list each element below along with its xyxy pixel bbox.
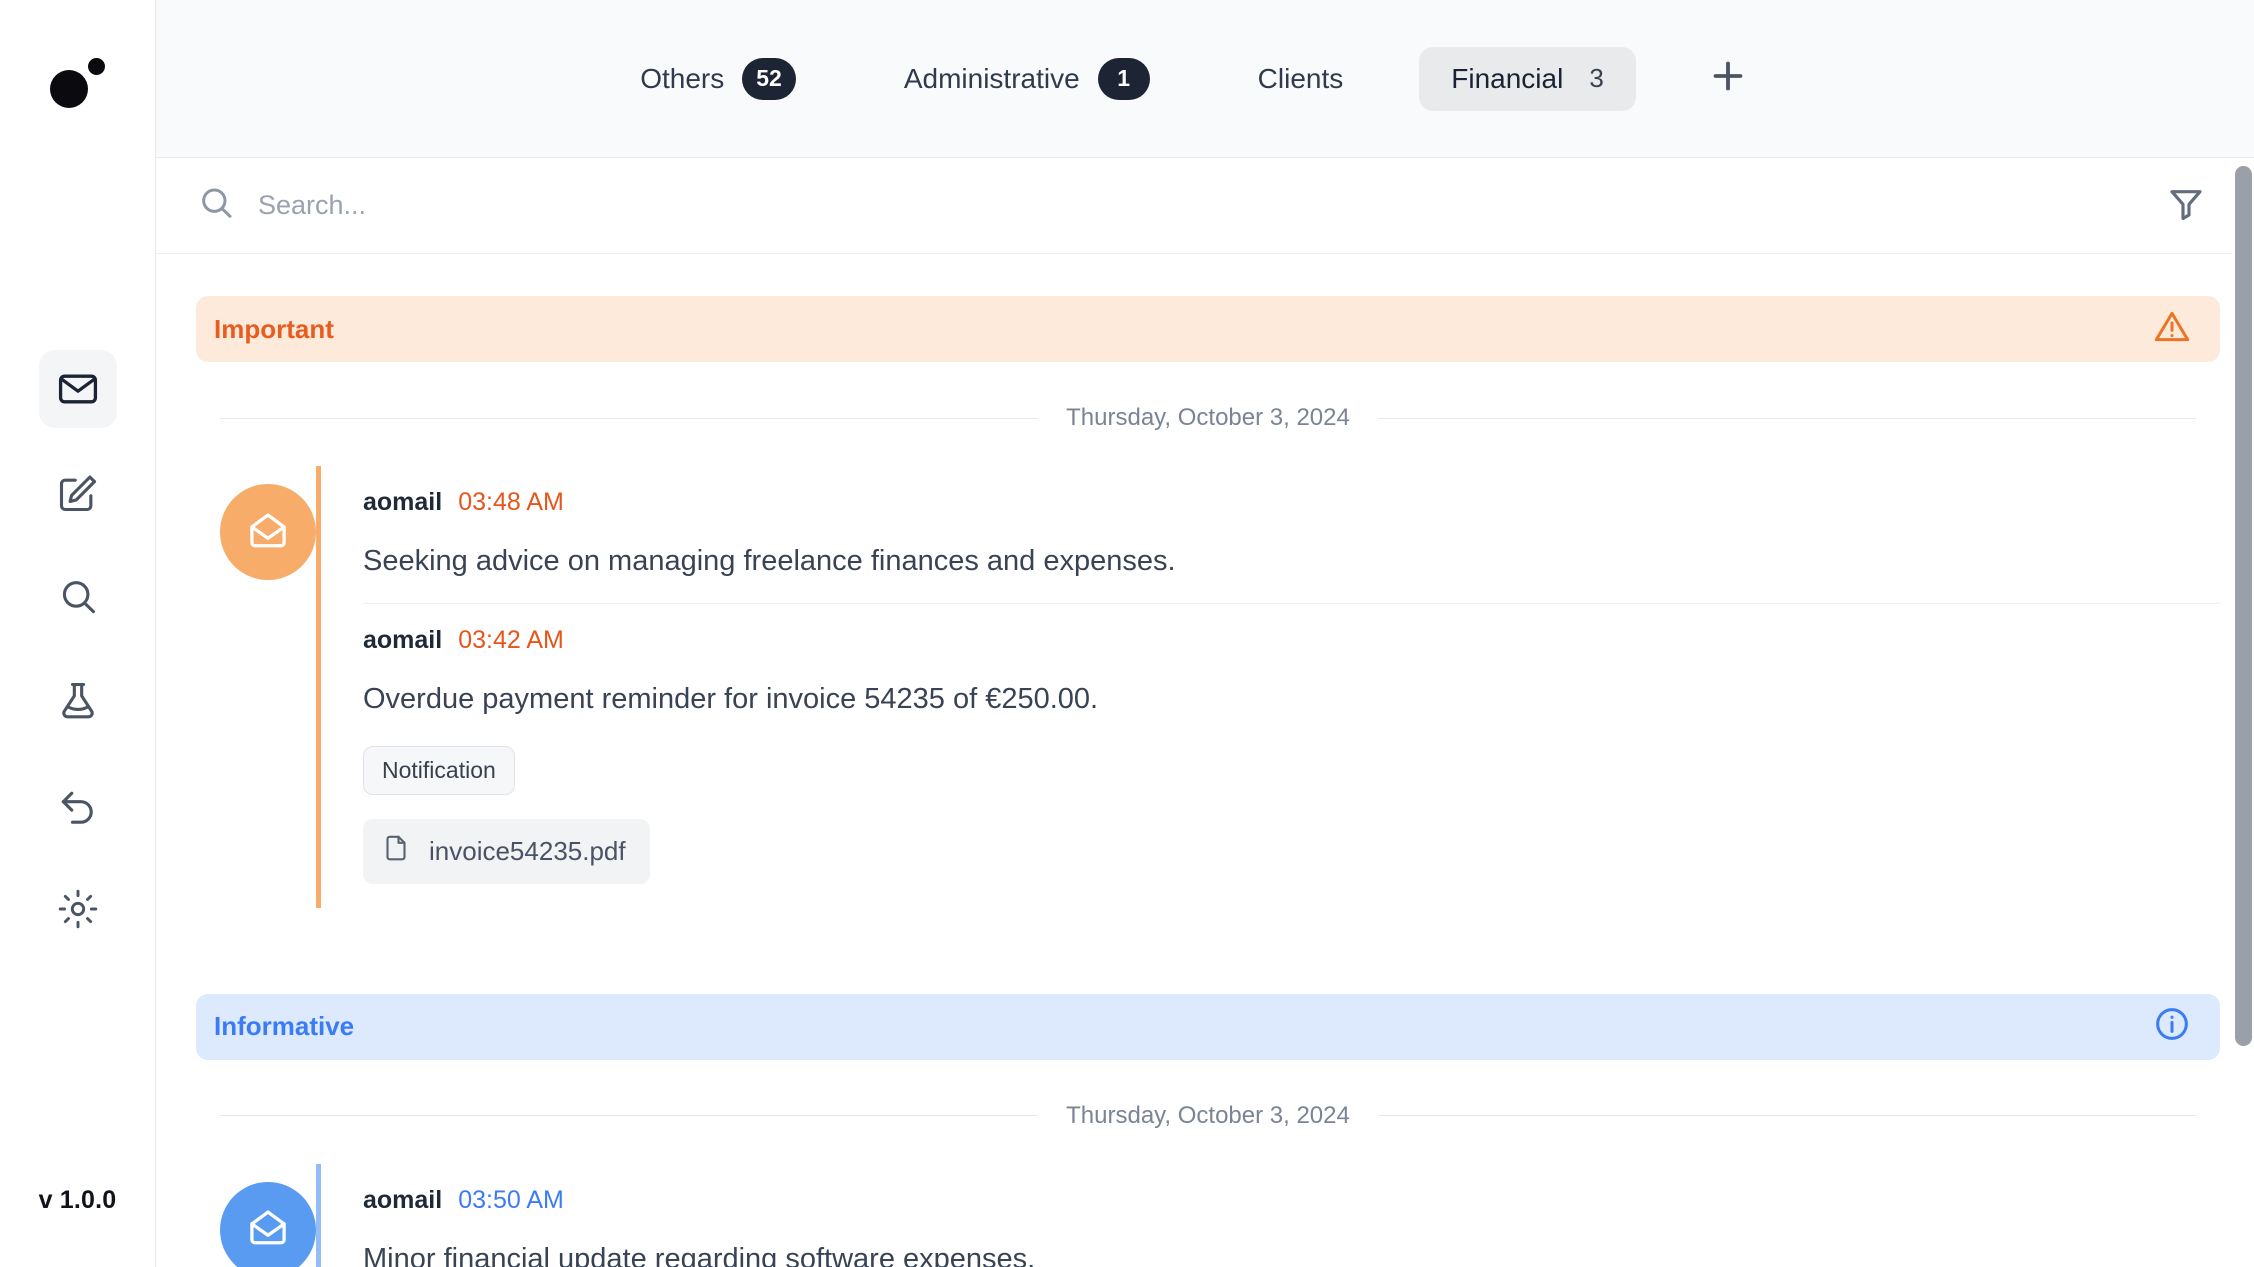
- flask-icon: [56, 679, 100, 723]
- tab-administrative[interactable]: Administrative 1: [872, 42, 1182, 116]
- section-banner-important[interactable]: Important: [196, 296, 2220, 362]
- info-circle-icon: [2152, 1004, 2192, 1049]
- tab-others-badge: 52: [742, 57, 796, 100]
- date-divider-informative: Thursday, October 3, 2024: [220, 1102, 2196, 1130]
- logo-small-dot: [87, 58, 105, 75]
- avatar: [220, 484, 316, 580]
- search-input[interactable]: [258, 190, 2138, 221]
- tab-others-label: Others: [640, 62, 725, 94]
- message-sender: aomail: [363, 1185, 443, 1214]
- tab-financial[interactable]: Financial 3: [1419, 46, 1636, 111]
- tab-others[interactable]: Others 52: [608, 42, 828, 116]
- search-field-group: [196, 183, 2138, 228]
- undo-arrow-icon: [56, 783, 100, 827]
- app-version: v 1.0.0: [38, 1186, 117, 1214]
- tab-financial-count: 3: [1589, 63, 1604, 93]
- filter-button[interactable]: [2158, 178, 2214, 234]
- sidebar-item-search[interactable]: [39, 558, 117, 636]
- message-subject: Minor financial update regarding softwar…: [363, 1242, 1036, 1267]
- status-badge[interactable]: Notification: [363, 745, 515, 795]
- message-tags: Notification: [363, 745, 2220, 795]
- logo-large-dot: [49, 70, 88, 108]
- sidebar-item-undo[interactable]: [39, 766, 117, 844]
- search-icon: [56, 575, 100, 619]
- sidebar-item-experiments[interactable]: [39, 662, 117, 740]
- warning-triangle-icon: [2152, 307, 2192, 352]
- tab-administrative-badge: 1: [1097, 57, 1150, 100]
- divider-line-left: [220, 1115, 1039, 1116]
- section-title-informative: Informative: [214, 1011, 355, 1041]
- message-time: 03:48 AM: [458, 488, 564, 516]
- thread-body: aomail 03:48 AM Seeking advice on managi…: [316, 466, 2220, 908]
- message-subject: Overdue payment reminder for invoice 542…: [363, 683, 1099, 716]
- sidebar-item-compose[interactable]: [39, 454, 117, 532]
- sidebar: v 1.0.0: [0, 0, 156, 1267]
- main-panel: Others 52 Administrative 1 Clients Finan…: [156, 0, 2254, 1267]
- sidebar-item-mail[interactable]: [38, 350, 117, 428]
- filter-icon: [2166, 183, 2206, 228]
- tab-clients[interactable]: Clients: [1226, 47, 1376, 111]
- email-thread-informative: aomail 03:50 AM Minor financial update r…: [196, 1163, 2220, 1267]
- date-divider-important: Thursday, October 3, 2024: [220, 404, 2196, 432]
- app-root: v 1.0.0 Others 52 Administrative 1 Clien…: [0, 0, 2254, 1267]
- message-attachments: invoice54235.pdf: [363, 818, 2220, 884]
- email-list: Important Thursday, October 3, 2024 aoma…: [156, 254, 2254, 1267]
- app-logo: [42, 48, 114, 110]
- email-message[interactable]: aomail 03:48 AM Seeking advice on managi…: [363, 466, 2220, 603]
- document-icon: [381, 833, 411, 870]
- divider-line-left: [220, 417, 1039, 419]
- message-header: aomail 03:50 AM: [363, 1186, 2220, 1215]
- scrollbar-thumb[interactable]: [2235, 166, 2252, 1046]
- tab-administrative-label: Administrative: [903, 62, 1080, 94]
- sidebar-nav: [38, 350, 117, 948]
- message-sender: aomail: [363, 488, 443, 516]
- open-envelope-icon: [245, 507, 291, 558]
- message-header: aomail 03:42 AM: [363, 626, 2220, 655]
- add-tab-button[interactable]: [1698, 49, 1758, 109]
- message-sender: aomail: [363, 626, 443, 655]
- divider-line-right: [1377, 417, 2196, 419]
- search-icon: [196, 183, 236, 228]
- date-label: Thursday, October 3, 2024: [1066, 404, 1350, 431]
- divider-line-right: [1377, 1115, 2196, 1116]
- attachment-filename: invoice54235.pdf: [429, 835, 626, 866]
- section-banner-informative[interactable]: Informative: [196, 993, 2220, 1060]
- message-time: 03:50 AM: [458, 1185, 564, 1214]
- category-tabbar: Others 52 Administrative 1 Clients Finan…: [156, 0, 2254, 158]
- search-bar: [156, 158, 2254, 254]
- gear-icon: [56, 887, 100, 931]
- thread-body: aomail 03:50 AM Minor financial update r…: [316, 1163, 2220, 1267]
- email-thread-important: aomail 03:48 AM Seeking advice on managi…: [196, 466, 2220, 908]
- mail-icon: [56, 367, 100, 411]
- tab-financial-label: Financial: [1451, 62, 1564, 94]
- open-envelope-icon: [245, 1204, 291, 1255]
- vertical-scrollbar[interactable]: [2232, 158, 2254, 1267]
- message-subject: Seeking advice on managing freelance fin…: [363, 545, 1176, 577]
- message-header: aomail 03:48 AM: [363, 488, 2220, 517]
- message-time: 03:42 AM: [458, 626, 564, 655]
- email-message[interactable]: aomail 03:42 AM Overdue payment reminder…: [363, 603, 2220, 907]
- compose-icon: [56, 471, 100, 515]
- sidebar-item-settings[interactable]: [39, 870, 117, 948]
- date-label: Thursday, October 3, 2024: [1066, 1101, 1350, 1129]
- attachment-chip[interactable]: invoice54235.pdf: [363, 818, 650, 884]
- tab-clients-label: Clients: [1257, 62, 1344, 94]
- section-title-important: Important: [214, 313, 334, 344]
- plus-icon: [1705, 53, 1751, 104]
- avatar: [220, 1181, 316, 1267]
- email-message[interactable]: aomail 03:50 AM Minor financial update r…: [363, 1164, 2220, 1267]
